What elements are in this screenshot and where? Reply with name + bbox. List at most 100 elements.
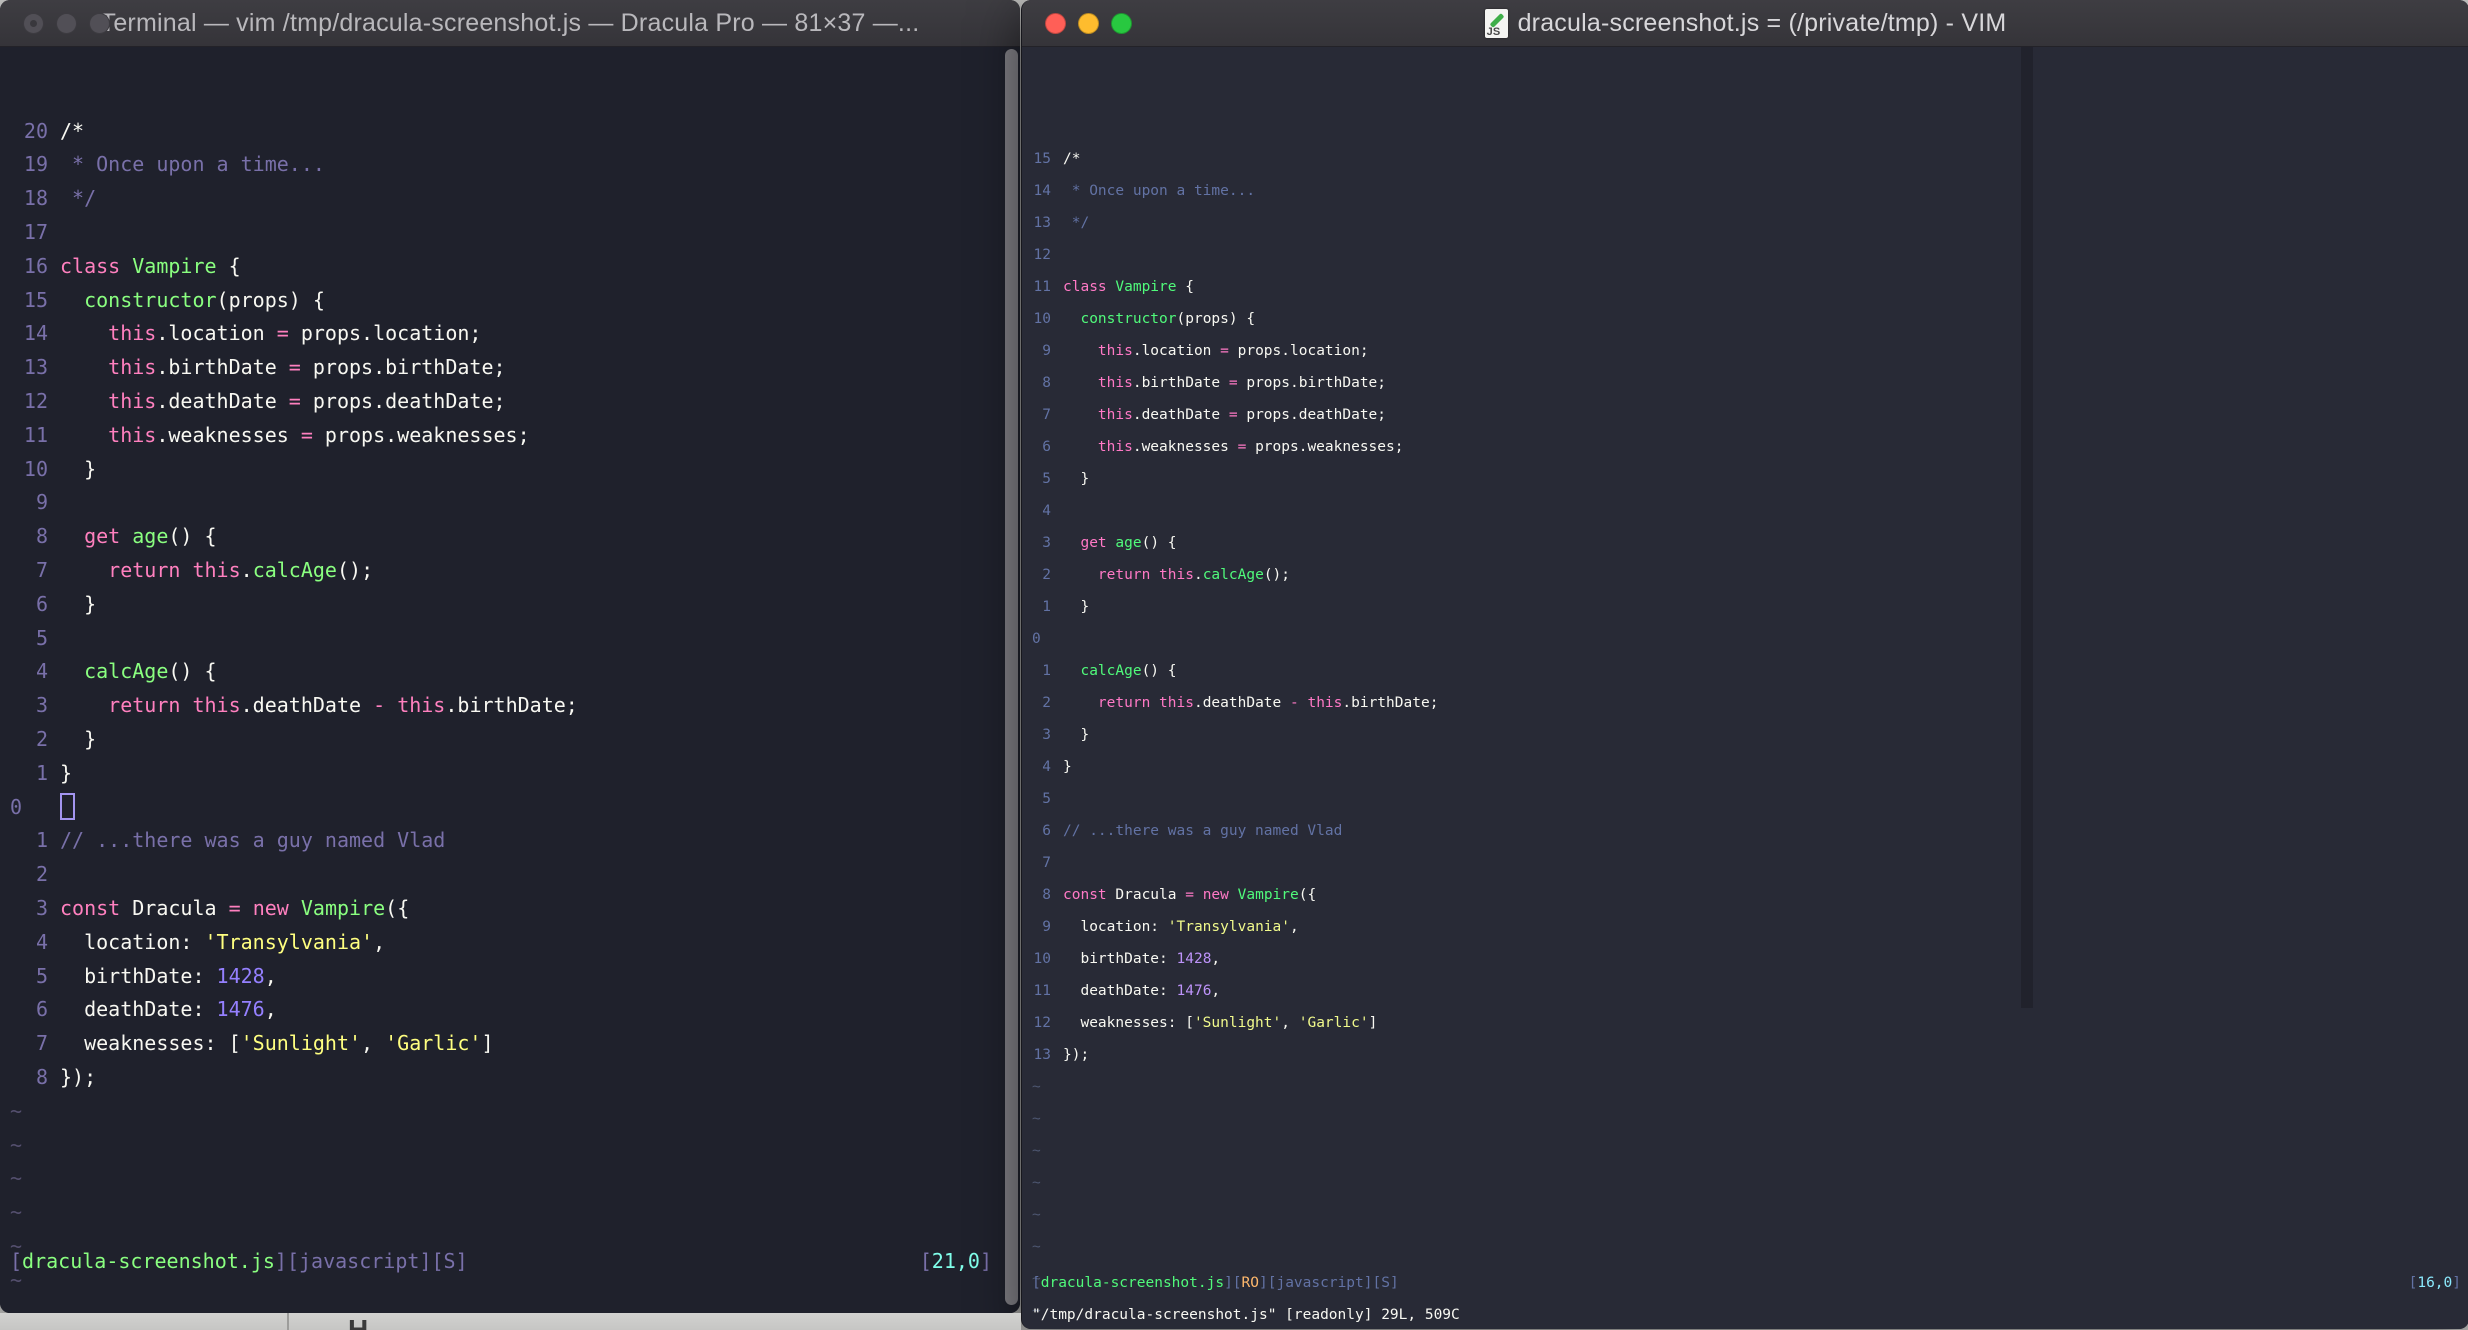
zoom-button-icon[interactable]: [1111, 12, 1132, 34]
code-line: 15 constructor(props) {: [10, 284, 1020, 318]
code-line: 2 return this.deathDate - this.birthDate…: [1032, 687, 2468, 719]
terminal-window[interactable]: Terminal — vim /tmp/dracula-screenshot.j…: [0, 0, 1020, 1313]
line-number: 3: [1042, 535, 1051, 551]
code-text: }: [1063, 751, 2468, 783]
code-token: const: [1063, 887, 1107, 903]
code-line: 9 this.location = props.location;: [1032, 335, 2468, 367]
code-token: ,: [264, 963, 277, 988]
line-number: 13: [1033, 215, 1051, 231]
code-line: 10 }: [10, 453, 1020, 487]
macvim-window[interactable]: JS dracula-screenshot.js = (/private/tmp…: [1021, 0, 2468, 1329]
code-token: }: [60, 760, 73, 785]
code-line: 14 this.location = props.location;: [10, 317, 1020, 351]
background-divider-line: [287, 1313, 289, 1330]
code-token: ]: [481, 1031, 494, 1056]
close-button-icon[interactable]: [1045, 12, 1066, 34]
close-button-icon[interactable]: [23, 12, 44, 34]
code-token: 1476: [216, 997, 265, 1022]
code-token: ]: [1368, 1015, 1378, 1031]
line-number: 10: [1033, 311, 1051, 327]
code-token: props.deathDate;: [1237, 407, 1387, 423]
line-number: 2: [35, 726, 48, 751]
code-text: */: [60, 182, 1020, 216]
code-token: Dracula: [1106, 887, 1186, 903]
terminal-scrollbar-thumb[interactable]: [1005, 49, 1018, 1305]
code-token: ,: [1211, 951, 1221, 967]
minimize-button-icon[interactable]: [56, 12, 77, 34]
code-token: javascript: [299, 1249, 420, 1273]
code-text: weaknesses: ['Sunlight', 'Garlic']: [60, 1027, 1020, 1061]
right-vim-statusline: [dracula-screenshot.js][RO][javascript][…: [1032, 1267, 2461, 1299]
code-token: ]: [2452, 1275, 2461, 1291]
code-line: 8});: [10, 1061, 1020, 1095]
code-text: location: 'Transylvania',: [1063, 911, 2468, 943]
code-token: .: [1193, 567, 1203, 583]
terminal-vim-buffer[interactable]: 20/* 19 * Once upon a time... 18 */17 16 cla…: [0, 47, 1020, 1313]
code-token: props.location;: [288, 321, 482, 346]
code-token: -: [1290, 695, 1299, 711]
code-line: 7 this.deathDate = props.deathDate;: [1032, 399, 2468, 431]
code-token: =: [1228, 407, 1238, 423]
code-line: 11 this.weaknesses = props.weaknesses;: [10, 419, 1020, 453]
terminal-scrollbar[interactable]: [1003, 47, 1020, 1313]
line-number: 4: [35, 659, 48, 684]
code-token: .location: [156, 321, 277, 346]
code-text: get age() {: [1063, 527, 2468, 559]
code-line: 12 weaknesses: ['Sunlight', 'Garlic']: [1032, 1007, 2468, 1039]
code-line: 13 */: [1032, 207, 2468, 239]
code-token: S: [443, 1249, 456, 1273]
code-text: // ...there was a guy named Vlad: [60, 824, 1020, 858]
line-number: 19: [23, 152, 48, 177]
code-token: Dracula: [120, 895, 229, 920]
terminal-window-title: Terminal — vim /tmp/dracula-screenshot.j…: [100, 8, 920, 37]
code-text: calcAge() {: [1063, 655, 2468, 687]
code-text: class Vampire {: [1063, 271, 2468, 303]
code-token: dracula-screenshot.js: [1040, 1275, 1225, 1291]
code-text: }: [60, 588, 1020, 622]
code-token: {: [1176, 279, 1194, 295]
code-token: ,: [1281, 1015, 1299, 1031]
code-token: calcAge: [1080, 663, 1142, 679]
code-token: ,: [373, 929, 386, 954]
line-number: 4: [1042, 503, 1051, 519]
code-token: birthDate:: [60, 963, 217, 988]
code-token: props.weaknesses;: [1246, 439, 1404, 455]
right-code-area: 15/* 14 * Once upon a time... 13 */12 11 cla…: [1032, 143, 2468, 1329]
code-line: 17: [10, 216, 1020, 250]
code-token: this: [1097, 439, 1133, 455]
macvim-titlebar[interactable]: JS dracula-screenshot.js = (/private/tmp…: [1022, 0, 2468, 47]
code-token: class: [1063, 279, 1107, 295]
line-number: 5: [1042, 471, 1051, 487]
code-line: 6 this.weaknesses = props.weaknesses;: [1032, 431, 2468, 463]
left-code-area: 20/* 19 * Once upon a time... 18 */17 16 cla…: [10, 115, 1020, 1298]
zoom-button-icon[interactable]: [89, 12, 110, 34]
code-token: deathDate:: [60, 997, 217, 1022]
macvim-buffer[interactable]: 15/* 14 * Once upon a time... 13 */12 11 cla…: [1022, 47, 2468, 1329]
code-token: this: [108, 422, 157, 447]
code-token: this: [1097, 407, 1133, 423]
code-token: [: [10, 1249, 23, 1273]
code-token: this: [1307, 695, 1343, 711]
line-number: 6: [35, 591, 48, 616]
code-token: =: [288, 388, 301, 413]
code-token: 'Sunlight': [240, 1031, 362, 1056]
code-token: this: [1097, 343, 1133, 359]
code-text: this.birthDate = props.birthDate;: [60, 351, 1020, 385]
code-token: {: [216, 253, 241, 278]
code-line: 9 location: 'Transylvania',: [1032, 911, 2468, 943]
line-number: 1: [35, 828, 48, 853]
code-text: constructor(props) {: [1063, 303, 2468, 335]
minimize-button-icon[interactable]: [1078, 12, 1099, 34]
code-text: this.deathDate = props.deathDate;: [60, 385, 1020, 419]
code-token: * Once upon a time...: [1063, 183, 1256, 199]
code-token: calcAge: [1202, 567, 1264, 583]
terminal-titlebar[interactable]: Terminal — vim /tmp/dracula-screenshot.j…: [0, 0, 1020, 47]
